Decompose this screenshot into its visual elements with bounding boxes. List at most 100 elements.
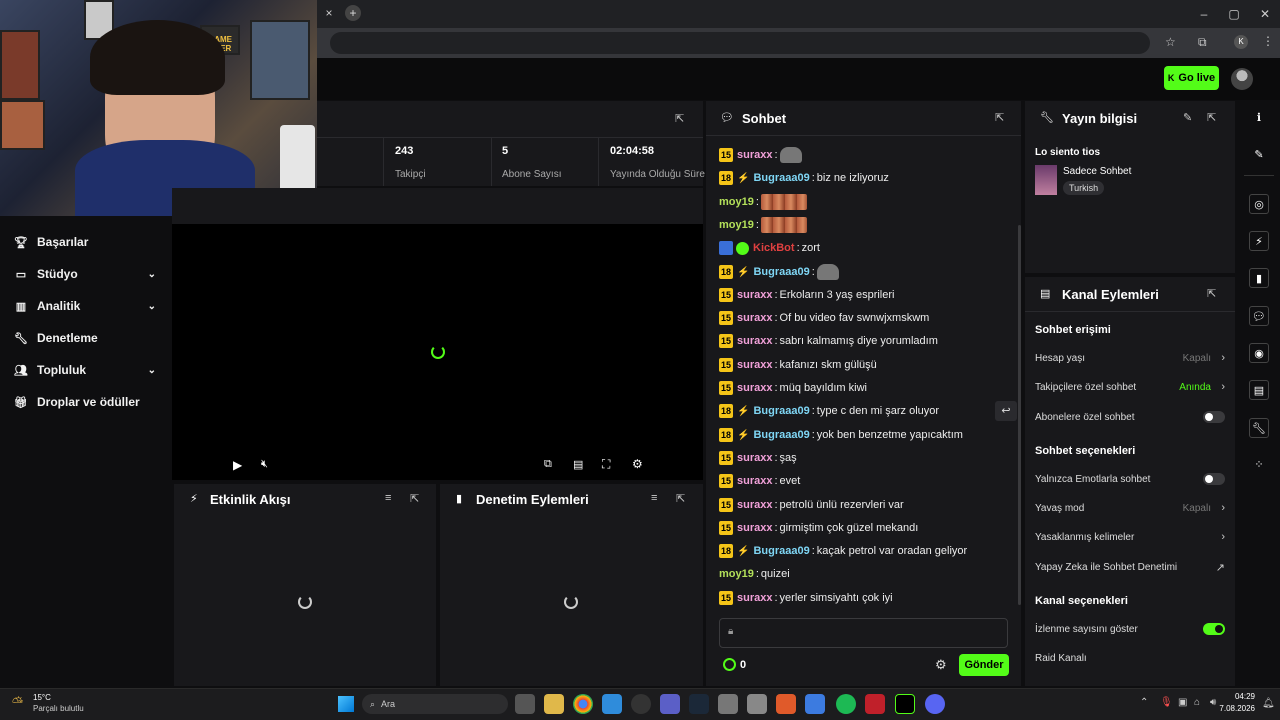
- chat-message[interactable]: moy19:: [719, 216, 807, 234]
- more-widgets-icon[interactable]: ⁘: [1249, 455, 1269, 475]
- sidebar-item-drops[interactable]: 🎁︎ Droplar ve ödüller: [14, 392, 164, 412]
- banned-words-row[interactable]: Yasaklanmış kelimeler ›: [1035, 528, 1225, 546]
- notepad-icon[interactable]: [718, 694, 738, 714]
- weather-desc[interactable]: Parçalı bulutlu: [33, 704, 84, 713]
- chat-message[interactable]: 18 ⚡ Bugraaa09: kaçak petrol var oradan ge…: [719, 542, 967, 560]
- play-button[interactable]: ▶: [233, 458, 242, 472]
- popout-icon[interactable]: ⇱: [1207, 111, 1216, 124]
- chat-username[interactable]: suraxx: [737, 312, 772, 324]
- popout-icon[interactable]: ⇱: [1207, 287, 1216, 300]
- tray-chevron-up-icon[interactable]: ⌃: [1140, 697, 1148, 708]
- user-avatar[interactable]: [1231, 68, 1253, 90]
- chrome-icon[interactable]: [573, 694, 593, 714]
- chat-bubble-icon[interactable]: 💬︎: [1249, 306, 1269, 326]
- account-age-row[interactable]: Hesap yaşı Kapalı ›: [1035, 349, 1225, 367]
- info-icon[interactable]: ℹ: [1249, 108, 1269, 128]
- chat-message[interactable]: 15 suraxx: kafanızı skm gülüşü: [719, 356, 877, 374]
- task-view-icon[interactable]: [515, 694, 535, 714]
- go-live-button[interactable]: K Go live: [1164, 66, 1219, 90]
- chat-message[interactable]: 15 suraxx:: [719, 146, 802, 164]
- chat-username[interactable]: suraxx: [737, 522, 772, 534]
- chat-username[interactable]: Bugraaa09: [753, 405, 809, 417]
- chat-message[interactable]: 18 ⚡ Bugraaa09: biz ne izliyoruz: [719, 169, 889, 187]
- chat-username[interactable]: suraxx: [737, 452, 772, 464]
- taskbar-time[interactable]: 04:29: [1227, 692, 1255, 701]
- chat-message[interactable]: moy19: quizei: [719, 565, 790, 583]
- calculator-icon[interactable]: [805, 694, 825, 714]
- chat-username[interactable]: Bugraaa09: [753, 429, 809, 441]
- chat-message[interactable]: 15 suraxx: evet: [719, 472, 800, 490]
- settings-gear-icon[interactable]: ⚙: [632, 457, 643, 471]
- chat-message[interactable]: 15 suraxx: girmiştim çok güzel mekandı: [719, 519, 918, 537]
- weather-temp[interactable]: 15°C: [33, 693, 51, 702]
- mute-icon[interactable]: 🔇︎: [261, 458, 268, 471]
- chat-username[interactable]: moy19: [719, 196, 754, 208]
- chat-username[interactable]: suraxx: [737, 382, 772, 394]
- popout-icon[interactable]: ⇱: [410, 492, 419, 505]
- filter-icon[interactable]: ≡: [385, 492, 391, 504]
- app-icon[interactable]: [776, 694, 796, 714]
- sidebar-item-studio[interactable]: ▭ Stüdyo ⌄: [14, 264, 164, 284]
- pencil-icon[interactable]: ✎: [1249, 145, 1269, 165]
- network-icon[interactable]: ⌂: [1194, 697, 1200, 708]
- ai-moderation-row[interactable]: Yapay Zeka ile Sohbet Denetimi ↗: [1035, 558, 1225, 576]
- app-icon[interactable]: [865, 694, 885, 714]
- popout-icon[interactable]: ⇱: [675, 112, 684, 125]
- fullscreen-icon[interactable]: ⛶: [602, 457, 610, 472]
- chat-message[interactable]: 18 ⚡ Bugraaa09:: [719, 263, 839, 281]
- sidebar-item-analytics[interactable]: ▥ Analitik ⌄: [14, 296, 164, 316]
- chat-scrollbar[interactable]: [1018, 225, 1021, 605]
- channel-actions-icon[interactable]: ▤: [1249, 380, 1269, 400]
- broadcast-icon[interactable]: ◉: [1249, 343, 1269, 363]
- maximize-button[interactable]: ▢: [1219, 4, 1249, 24]
- chat-message[interactable]: moy19:: [719, 193, 807, 211]
- chat-message[interactable]: KickBot: zort: [719, 239, 820, 257]
- minimize-button[interactable]: –: [1189, 4, 1219, 24]
- chat-username[interactable]: moy19: [719, 219, 754, 231]
- sidebar-item-moderation[interactable]: 🔧︎ Denetleme: [14, 328, 164, 348]
- extensions-icon[interactable]: ⧉: [1198, 35, 1207, 50]
- browser-menu-icon[interactable]: ⋮: [1262, 34, 1274, 48]
- chat-message[interactable]: 15 suraxx: petrolü ünlü rezervleri var: [719, 496, 904, 514]
- chat-username[interactable]: suraxx: [737, 335, 772, 347]
- chat-message[interactable]: 15 suraxx: Erkoların 3 yaş esprileri: [719, 286, 894, 304]
- chat-username[interactable]: moy19: [719, 568, 754, 580]
- bolt-icon[interactable]: ⚡︎: [1249, 231, 1269, 251]
- app-icon[interactable]: [747, 694, 767, 714]
- notification-bell-icon[interactable]: 🔔︎: [1262, 698, 1275, 709]
- microphone-icon[interactable]: 🎙︎: [1160, 697, 1173, 708]
- chat-username[interactable]: Bugraaa09: [753, 172, 809, 184]
- bookmark-star-icon[interactable]: ☆: [1165, 35, 1176, 49]
- emote-only-toggle[interactable]: [1203, 473, 1225, 485]
- slow-mode-row[interactable]: Yavaş mod Kapalı ›: [1035, 499, 1225, 517]
- chat-username[interactable]: suraxx: [737, 359, 772, 371]
- chat-username[interactable]: Bugraaa09: [753, 545, 809, 557]
- chat-message[interactable]: 18 ⚡ Bugraaa09: yok ben benzetme yapıcaktı…: [719, 426, 963, 444]
- subscribers-only-toggle[interactable]: [1203, 411, 1225, 423]
- address-bar[interactable]: [330, 32, 1150, 54]
- reply-icon[interactable]: ↩: [995, 401, 1017, 421]
- chat-message[interactable]: 15 suraxx: şaş: [719, 449, 797, 467]
- chat-message[interactable]: 15 suraxx: yerler simsiyahtı çok iyi: [719, 589, 893, 607]
- chat-username[interactable]: Bugraaa09: [753, 266, 809, 278]
- chat-settings-icon[interactable]: ⚙: [935, 657, 947, 673]
- windows-start-icon[interactable]: [338, 696, 354, 712]
- theater-icon[interactable]: ▤: [573, 458, 583, 471]
- chat-username[interactable]: suraxx: [737, 149, 772, 161]
- chat-message[interactable]: 18 ⚡ Bugraaa09: type c den mi şarz oluyor: [719, 402, 939, 420]
- taskbar-date[interactable]: 7.08.2026: [1214, 704, 1255, 713]
- app-icon[interactable]: [660, 694, 680, 714]
- sidebar-item-achievements[interactable]: 🏆︎ Başarılar: [14, 232, 164, 252]
- chat-message[interactable]: 15 suraxx: müq bayıldım kiwi: [719, 379, 867, 397]
- file-explorer-icon[interactable]: [544, 694, 564, 714]
- chat-message[interactable]: 15 suraxx: sabrı kalmamış diye yorumladım: [719, 332, 938, 350]
- outlook-icon[interactable]: [602, 694, 622, 714]
- filter-icon[interactable]: ≡: [651, 492, 657, 504]
- taskbar-search[interactable]: ⌕ Ara: [362, 694, 508, 714]
- chat-message[interactable]: 15 suraxx: Of bu video fav swnwjxmskwm: [719, 309, 929, 327]
- sidebar-item-community[interactable]: 👥︎ Topluluk ⌄: [14, 360, 164, 380]
- new-tab-button[interactable]: +: [345, 5, 361, 21]
- edit-pencil-icon[interactable]: ✎: [1183, 111, 1192, 124]
- discord-icon[interactable]: [925, 694, 945, 714]
- camera-icon[interactable]: ◎: [1249, 194, 1269, 214]
